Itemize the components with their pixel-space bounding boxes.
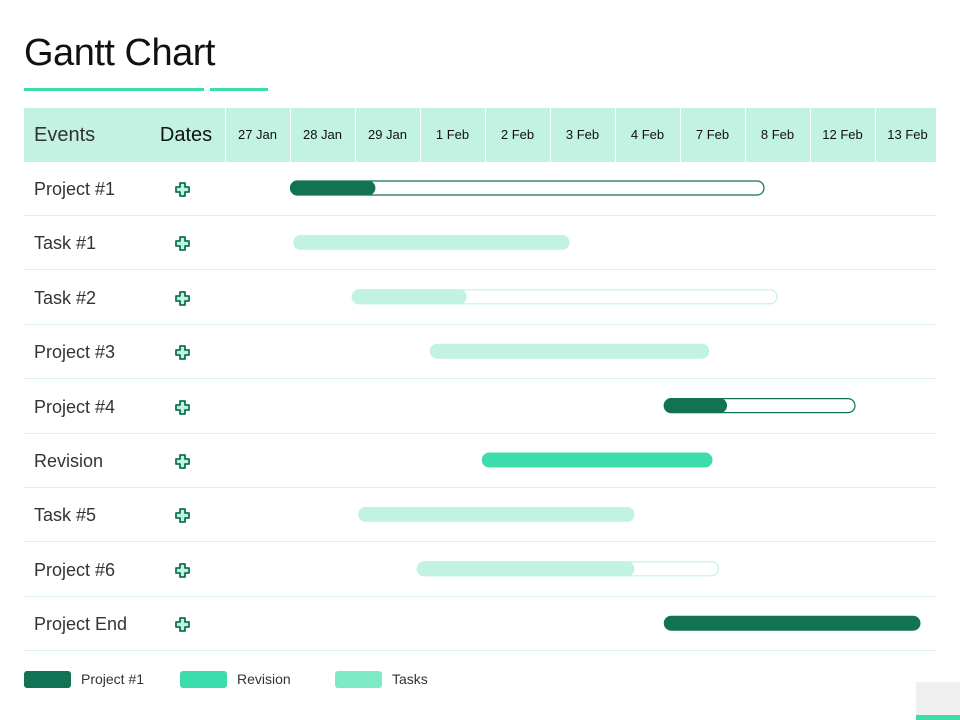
gantt-header: Events Dates 27 Jan 28 Jan 29 Jan 1 Feb 2 Fe… (24, 108, 936, 162)
row-label: Project #1 (34, 179, 116, 199)
date-column-label: 13 Feb (887, 127, 928, 142)
corner-accent-line (916, 715, 960, 720)
gantt-row: Project #6 (24, 543, 936, 597)
legend-swatch (335, 671, 382, 688)
row-label: Project #4 (34, 396, 116, 417)
plus-icon[interactable] (175, 345, 190, 361)
gantt-row: Revision (24, 434, 936, 488)
legend-swatch (180, 671, 227, 688)
legend-swatch (24, 671, 71, 688)
plus-icon[interactable] (175, 399, 190, 415)
plus-icon[interactable] (175, 290, 190, 306)
gantt-row: Task #5 (24, 488, 936, 543)
date-column-label: 28 Jan (302, 127, 343, 142)
date-column-label: 3 Feb (565, 127, 600, 142)
legend-label: Tasks (392, 671, 428, 687)
row-label: Project #3 (34, 342, 116, 363)
title-underline (24, 88, 204, 91)
page-title: Gantt Chart (24, 32, 215, 74)
gantt-row: Project End (24, 597, 936, 652)
row-label: Task #2 (34, 287, 97, 308)
date-column-label: 27 Jan (237, 127, 278, 142)
date-column-label: 2 Feb (500, 127, 535, 142)
legend-label: Project #1 (81, 671, 145, 687)
date-column-label: 29 Jan (367, 127, 408, 142)
plus-icon[interactable] (175, 454, 190, 469)
dates-header: Dates (159, 124, 213, 146)
gantt-row: Project #1 (24, 162, 936, 216)
gantt-row: Project #3 (24, 325, 936, 380)
legend-label: Revision (237, 671, 291, 687)
date-column-label: 12 Feb (822, 127, 863, 142)
plus-icon[interactable] (175, 508, 190, 524)
date-column-label: 8 Feb (760, 127, 795, 142)
events-header: Events (34, 124, 96, 146)
row-label: Task #5 (34, 505, 97, 526)
row-label: Project End (34, 614, 128, 635)
date-column-label: 1 Feb (435, 127, 470, 142)
row-label: Task #1 (34, 233, 97, 254)
plus-icon[interactable] (175, 617, 190, 633)
row-label: Revision (34, 451, 104, 471)
plus-icon[interactable] (175, 236, 190, 252)
gantt-row: Task #1 (24, 216, 936, 271)
gantt-row: Task #2 (24, 271, 936, 325)
date-column-label: 7 Feb (695, 127, 730, 142)
date-column-label: 4 Feb (630, 127, 665, 142)
plus-icon[interactable] (175, 562, 190, 578)
title-underline-short (210, 88, 268, 91)
row-label: Project #6 (34, 559, 116, 580)
plus-icon[interactable] (175, 182, 190, 197)
gantt-row: Project #4 (24, 380, 936, 434)
